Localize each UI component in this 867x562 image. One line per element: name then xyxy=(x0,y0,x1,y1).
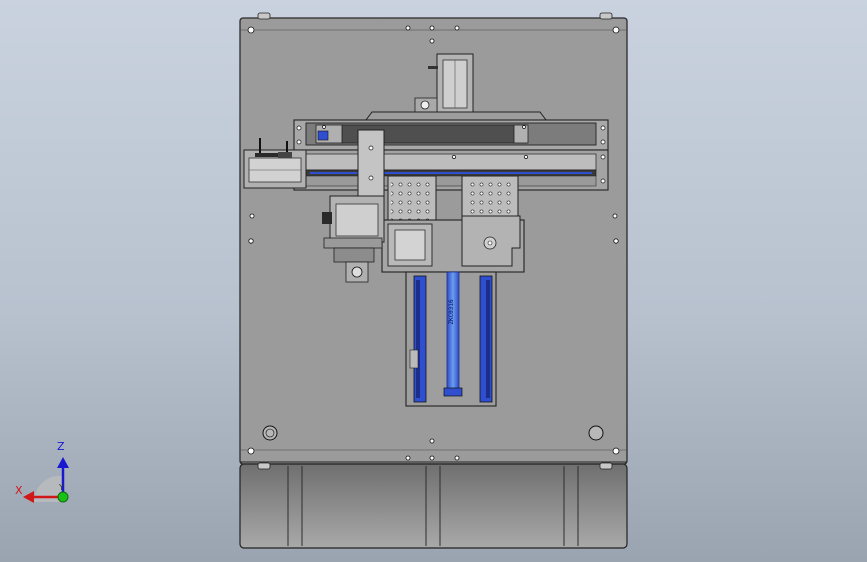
base-enclosure xyxy=(239,463,628,549)
perforated-block-left xyxy=(387,175,437,225)
z-carriage xyxy=(381,215,525,273)
triad-graphic xyxy=(23,457,69,503)
perforated-block-right xyxy=(461,175,519,219)
x-rail-assembly xyxy=(293,119,609,191)
cad-model-drawing[interactable]: ZKC0316 xyxy=(0,0,867,562)
vertical-carriage-plate xyxy=(357,129,385,197)
x-axis-label: X xyxy=(15,484,23,497)
axis-triad: Z X Y xyxy=(14,440,84,510)
screw-engraving: ZKC0316 xyxy=(448,299,455,325)
z-rail-slot: ZKC0316 xyxy=(405,271,497,407)
upper-carriage xyxy=(365,111,547,121)
cad-viewport[interactable]: ZKC0316 Z X Y xyxy=(0,0,867,562)
y-axis-label: Y xyxy=(59,483,64,492)
bottom-left-hole xyxy=(262,425,278,441)
z-axis-label: Z xyxy=(57,440,65,453)
bottom-right-hole xyxy=(588,425,604,441)
